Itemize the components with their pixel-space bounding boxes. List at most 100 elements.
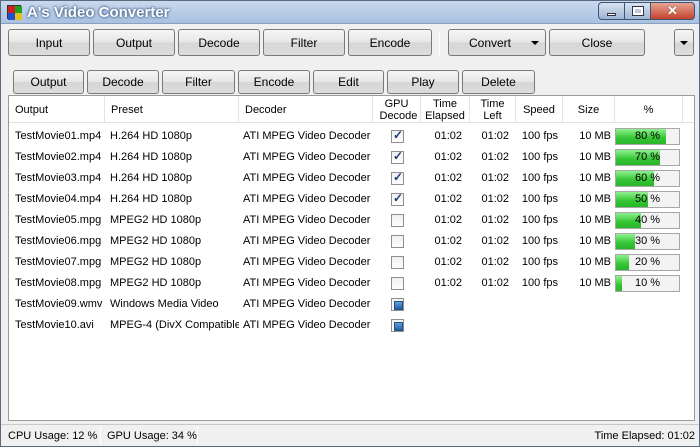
cell-output: TestMovie04.mp4 xyxy=(15,193,102,205)
column-header-output[interactable]: Output xyxy=(9,96,105,123)
status-divider xyxy=(100,427,101,445)
output-button[interactable]: Output xyxy=(93,29,175,56)
gpu-decode-checkbox[interactable] xyxy=(391,319,404,332)
cell-speed: 100 fps xyxy=(521,130,558,142)
cell-size: 10 MB xyxy=(579,214,611,226)
table-row[interactable]: TestMovie10.avi MPEG-4 (DivX Compatible) A… xyxy=(9,315,694,336)
gpu-decode-checkbox[interactable] xyxy=(391,149,404,164)
column-header-time-left[interactable]: Time Left xyxy=(470,96,516,123)
table-row[interactable]: TestMovie07.mpg MPEG2 HD 1080p ATI MPEG Vi… xyxy=(9,252,694,273)
cell-time-elapsed: 01:02 xyxy=(434,235,462,247)
column-header-time-elapsed[interactable]: Time Elapsed xyxy=(421,96,470,123)
cell-output: TestMovie09.wmv xyxy=(15,298,103,310)
cell-time-left: 01:02 xyxy=(481,130,509,142)
column-header-decoder[interactable]: Decoder xyxy=(239,96,373,123)
filter-button[interactable]: Filter xyxy=(263,29,345,56)
cell-output: TestMovie10.avi xyxy=(15,319,94,331)
cell-time-elapsed: 01:02 xyxy=(434,193,462,205)
sub-encode-button[interactable]: Encode xyxy=(238,70,310,94)
cell-preset: MPEG2 HD 1080p xyxy=(110,256,202,268)
gpu-decode-checkbox[interactable] xyxy=(391,235,404,248)
minimize-button[interactable] xyxy=(598,2,625,20)
column-header-speed[interactable]: Speed xyxy=(516,96,563,123)
chevron-down-icon xyxy=(531,41,539,45)
cell-output: TestMovie08.mpg xyxy=(15,277,102,289)
cell-speed xyxy=(516,294,558,315)
close-button[interactable]: Close xyxy=(549,29,645,56)
cell-preset: MPEG-4 (DivX Compatible) xyxy=(110,319,239,331)
gpu-decode-checkbox[interactable] xyxy=(391,191,404,206)
cell-speed: 100 fps xyxy=(521,235,558,247)
sub-output-button[interactable]: Output xyxy=(13,70,84,94)
table-row[interactable]: TestMovie09.wmv Windows Media Video ATI MP… xyxy=(9,294,694,315)
cell-time-elapsed: 01:02 xyxy=(434,256,462,268)
cell-time-left xyxy=(470,315,509,336)
status-divider xyxy=(197,427,198,445)
column-header-gpu-decode[interactable]: GPU Decode xyxy=(373,96,421,123)
input-button[interactable]: Input xyxy=(8,29,90,56)
gpu-decode-checkbox[interactable] xyxy=(391,170,404,185)
cell-time-elapsed xyxy=(421,315,462,336)
sub-decode-button[interactable]: Decode xyxy=(87,70,159,94)
column-header-preset[interactable]: Preset xyxy=(105,96,239,123)
cell-time-left: 01:02 xyxy=(481,256,509,268)
cell-speed: 100 fps xyxy=(521,214,558,226)
play-button[interactable]: Play xyxy=(387,70,459,94)
table-row[interactable]: TestMovie03.mp4 H.264 HD 1080p ATI MPEG Vi… xyxy=(9,168,694,189)
sub-filter-button[interactable]: Filter xyxy=(162,70,235,94)
table-row[interactable]: TestMovie01.mp4 H.264 HD 1080p ATI MPEG Vi… xyxy=(9,126,694,147)
cell-speed: 100 fps xyxy=(521,172,558,184)
table-row[interactable]: TestMovie08.mpg MPEG2 HD 1080p ATI MPEG Vi… xyxy=(9,273,694,294)
delete-button[interactable]: Delete xyxy=(462,70,535,94)
column-header-size[interactable]: Size xyxy=(563,96,615,123)
maximize-button[interactable] xyxy=(625,2,651,20)
progress-label: 40 % xyxy=(634,214,661,226)
convert-split-button[interactable]: Convert xyxy=(448,29,546,56)
gpu-decode-checkbox[interactable] xyxy=(391,128,404,143)
decode-button[interactable]: Decode xyxy=(178,29,260,56)
caption-buttons: ✕ xyxy=(598,2,695,20)
gpu-decode-checkbox[interactable] xyxy=(391,256,404,269)
gpu-decode-checkbox[interactable] xyxy=(391,298,404,311)
title-bar[interactable]: A's Video Converter ✕ xyxy=(1,1,699,24)
progress-bar: 40 % xyxy=(615,212,680,229)
progress-bar: 50 % xyxy=(615,191,680,208)
progress-bar: 20 % xyxy=(615,254,680,271)
cpu-usage-status: CPU Usage: 12 % xyxy=(8,430,98,442)
cell-preset: MPEG2 HD 1080p xyxy=(110,277,202,289)
cell-decoder: ATI MPEG Video Decoder xyxy=(243,277,371,289)
table-row[interactable]: TestMovie02.mp4 H.264 HD 1080p ATI MPEG Vi… xyxy=(9,147,694,168)
cell-preset: MPEG2 HD 1080p xyxy=(110,214,202,226)
progress-bar: 10 % xyxy=(615,275,680,292)
cell-size xyxy=(563,315,611,336)
encode-button[interactable]: Encode xyxy=(348,29,432,56)
column-header-percent[interactable]: % xyxy=(615,96,683,123)
cell-time-left: 01:02 xyxy=(481,277,509,289)
gpu-decode-checkbox[interactable] xyxy=(391,277,404,290)
cell-time-elapsed: 01:02 xyxy=(434,172,462,184)
table-row[interactable]: TestMovie05.mpg MPEG2 HD 1080p ATI MPEG Vi… xyxy=(9,210,694,231)
edit-button[interactable]: Edit xyxy=(313,70,384,94)
cell-size: 10 MB xyxy=(579,277,611,289)
cell-speed xyxy=(516,315,558,336)
cell-time-left: 01:02 xyxy=(481,214,509,226)
cell-preset: Windows Media Video xyxy=(110,298,219,310)
convert-label: Convert xyxy=(468,35,512,50)
minimize-icon xyxy=(607,12,616,16)
gpu-decode-checkbox[interactable] xyxy=(391,214,404,227)
conversion-list[interactable]: Output Preset Decoder GPU Decode Time El… xyxy=(8,95,695,421)
cell-preset: H.264 HD 1080p xyxy=(110,193,192,205)
table-row[interactable]: TestMovie06.mpg MPEG2 HD 1080p ATI MPEG Vi… xyxy=(9,231,694,252)
close-window-button[interactable]: ✕ xyxy=(651,2,695,20)
cell-output: TestMovie06.mpg xyxy=(15,235,102,247)
cell-time-elapsed xyxy=(421,294,462,315)
cell-output: TestMovie03.mp4 xyxy=(15,172,102,184)
toolbar-overflow-button[interactable] xyxy=(674,29,694,56)
table-row[interactable]: TestMovie04.mp4 H.264 HD 1080p ATI MPEG Vi… xyxy=(9,189,694,210)
cell-preset: H.264 HD 1080p xyxy=(110,172,192,184)
list-header: Output Preset Decoder GPU Decode Time El… xyxy=(9,96,694,123)
cell-time-elapsed: 01:02 xyxy=(434,277,462,289)
cell-size: 10 MB xyxy=(579,235,611,247)
cell-time-elapsed: 01:02 xyxy=(434,130,462,142)
cell-preset: H.264 HD 1080p xyxy=(110,151,192,163)
